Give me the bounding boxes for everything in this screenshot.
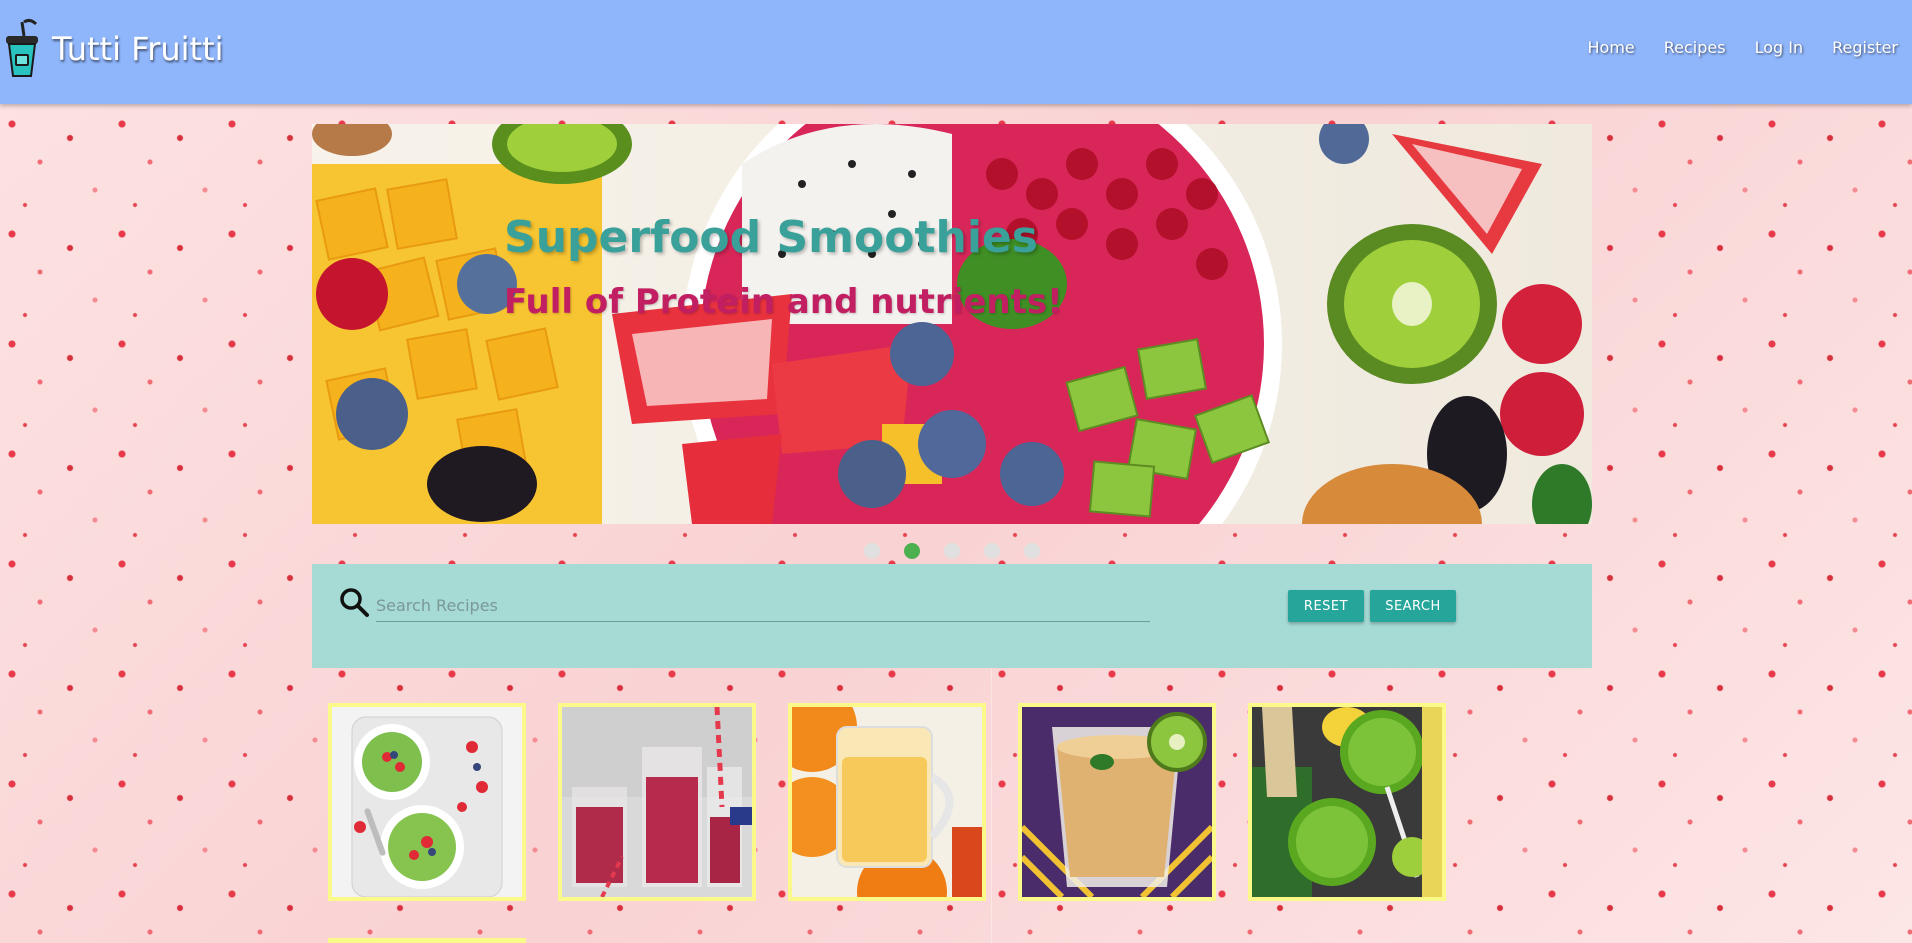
kiwi-smoothie-image <box>1022 707 1212 897</box>
carousel-dot-3[interactable] <box>944 543 960 559</box>
search-panel: RESET SEARCH <box>312 564 1592 668</box>
hero-carousel[interactable]: Superfood Smoothies Full of Protein and … <box>312 124 1592 524</box>
nav-login[interactable]: Log In <box>1755 38 1804 57</box>
recipe-card-4[interactable] <box>1018 703 1216 901</box>
nav-register[interactable]: Register <box>1832 38 1898 57</box>
brand-name[interactable]: Tutti Fruitti <box>52 30 224 68</box>
recipe-card-1[interactable] <box>328 703 526 901</box>
green-ginger-smoothie-image <box>1252 707 1442 897</box>
recipe-card-3[interactable] <box>788 703 986 901</box>
green-smoothie-bowl-image <box>332 707 522 897</box>
search-input[interactable] <box>376 590 1150 622</box>
carousel-dot-2[interactable] <box>904 543 920 559</box>
carousel-dot-1[interactable] <box>864 543 880 559</box>
recipe-card-6-partial[interactable] <box>328 938 526 943</box>
nav-home[interactable]: Home <box>1588 38 1635 57</box>
berry-smoothie-image <box>562 707 752 897</box>
nav-recipes[interactable]: Recipes <box>1664 38 1726 57</box>
top-navbar: Tutti Fruitti Home Recipes Log In Regist… <box>0 0 1912 104</box>
hero-fruit-bowl-image <box>312 124 1592 524</box>
carousel-dot-5[interactable] <box>1024 543 1040 559</box>
carousel-indicators <box>864 543 1040 559</box>
search-icon <box>340 588 369 617</box>
hero-title: Superfood Smoothies <box>504 212 1038 263</box>
hero-subtitle: Full of Protein and nutrients! <box>504 282 1063 322</box>
recipe-card-5[interactable] <box>1248 703 1446 901</box>
search-button[interactable]: SEARCH <box>1370 590 1456 622</box>
reset-button[interactable]: RESET <box>1288 590 1364 622</box>
orange-smoothie-image <box>792 707 982 897</box>
main-nav: Home Recipes Log In Register <box>1588 38 1898 57</box>
carousel-dot-4[interactable] <box>984 543 1000 559</box>
smoothie-cup-icon[interactable] <box>4 18 40 78</box>
content-divider <box>991 668 992 943</box>
recipe-card-2[interactable] <box>558 703 756 901</box>
